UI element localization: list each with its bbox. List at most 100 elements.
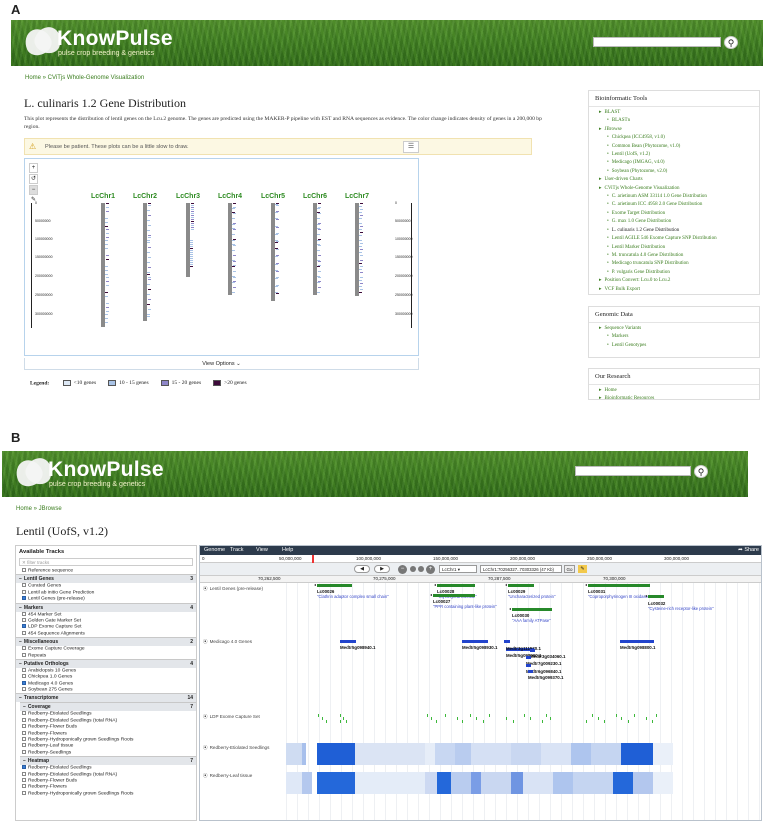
sidebar-link[interactable]: • BLASTn [595,117,753,125]
track-checkbox[interactable] [22,743,26,748]
pan-right-button[interactable]: ▶ [374,565,390,573]
share-button[interactable]: ➦ Share [738,547,759,553]
sidebar-link[interactable]: ▸ Home [595,387,753,395]
snp-marker[interactable] [628,720,629,723]
track-checkbox[interactable] [22,784,26,789]
heatmap-cell[interactable] [425,743,435,765]
heatmap-cell[interactable] [455,743,471,765]
medicago-gene-feature[interactable] [526,664,531,667]
snp-marker[interactable] [652,720,653,723]
medicago-gene-id[interactable]: Medtr5g099370.1 [528,675,563,680]
track-label[interactable]: ⦿ Redberry-Leaf tissue [203,773,252,779]
snp-marker[interactable] [604,720,605,723]
lentil-gene-feature[interactable] [648,595,664,598]
heatmap-cell[interactable] [425,772,437,794]
heatmap-cell[interactable] [471,743,511,765]
sidebar-link[interactable]: • Common Bean (Phytozome, v1.0) [595,143,753,151]
snp-marker[interactable] [513,720,514,723]
sidebar-link[interactable]: • Lentil AGILE 546 Exome Capture SNP Dist… [595,235,753,243]
heatmap-cell[interactable] [435,743,455,765]
snp-marker[interactable] [476,717,477,720]
clear-filter-icon[interactable]: ✕ [22,560,26,565]
medicago-gene-feature[interactable] [620,640,654,643]
overview-position-marker[interactable] [312,555,314,563]
heatmap-cell[interactable] [541,743,571,765]
view-options-button[interactable]: View Options ⌄ [24,358,419,370]
chromosome-bar[interactable] [143,203,151,321]
snp-marker[interactable] [634,714,635,717]
snp-marker[interactable] [616,714,617,717]
sidebar-link[interactable]: • L. culinaris 1.2 Gene Distribution [595,227,753,235]
menu-icon[interactable]: ☰ [403,141,419,153]
track-checkbox[interactable] [22,765,26,770]
track-checkbox[interactable] [22,687,26,692]
breadcrumb-b[interactable]: Home » JBrowse [16,506,62,512]
sidebar-link[interactable]: ▸ Sequence Variants [595,325,753,333]
track-checkbox[interactable] [22,596,26,601]
chromosome-bar[interactable] [355,203,363,296]
menu-item[interactable]: View [256,547,268,553]
heatmap-cell[interactable] [653,772,673,794]
snp-marker[interactable] [340,720,341,723]
snp-marker[interactable] [524,714,525,717]
snp-marker[interactable] [546,714,547,717]
snp-marker[interactable] [506,717,507,720]
snp-marker[interactable] [483,720,484,723]
track-label[interactable]: ⦿ Medicago 4.0 Genes [203,639,252,645]
track-checkbox[interactable] [22,624,26,629]
sidebar-link[interactable]: ▸ BLAST [595,109,753,117]
heatmap-cell[interactable] [653,743,673,765]
heatmap-cell[interactable] [302,772,312,794]
sidebar-link[interactable]: • C. arietinum ICC 4958 2.0 Gene Distribu… [595,201,753,209]
zoom-out-icon[interactable]: − [398,565,407,574]
sidebar-link[interactable]: • Medicago truncatula SNP Distribution [595,260,753,268]
medicago-gene-id[interactable]: Medtr3g111520.1 [506,646,541,651]
sidebar-link[interactable]: • Lentil Marker Distribution [595,244,753,252]
knowpulse-logo-icon[interactable] [20,23,65,60]
lentil-gene-feature[interactable] [433,594,475,597]
chromosome-bar[interactable] [228,203,236,295]
track-label[interactable]: ⦿ Lentil Genes (pre-release) [203,586,263,592]
location-input[interactable]: LcChr1:70256327..70303326 (47 Kb) [480,565,562,573]
track-checkbox[interactable] [22,652,26,657]
sidebar-link[interactable]: • Soybean (Phytozome, v2.0) [595,168,753,176]
sidebar-link[interactable]: • C. arietinum ASM 33114 1.0 Gene Distrib… [595,193,753,201]
sidebar-link[interactable]: ▸ Bioinformatic Resources [595,395,753,399]
lentil-gene-feature[interactable] [588,584,650,587]
medicago-gene-feature[interactable] [530,649,535,652]
heatmap-cell[interactable] [553,772,573,794]
track-checkbox[interactable] [22,667,26,672]
medicago-gene-id[interactable]: Medtr5g098930.1 [462,645,497,650]
heatmap-cell[interactable] [633,772,653,794]
heatmap-cell[interactable] [286,772,302,794]
chromosome-bar[interactable] [101,203,109,327]
chromosome-bar[interactable] [271,203,279,301]
snp-marker[interactable] [489,714,490,717]
snp-marker[interactable] [427,714,428,717]
search-icon[interactable]: ⚲ [724,36,738,49]
track-group-header[interactable]: − Lentil Genes 3 [16,574,196,584]
snp-marker[interactable] [445,714,446,717]
overview-ruler[interactable]: 0 50,000,000 100,000,000 150,000,000 200,000… [200,555,761,563]
track-checkbox[interactable] [22,717,26,722]
sidebar-link[interactable]: ▸ JBrowse [595,126,753,134]
snp-marker[interactable] [457,717,458,720]
track-group-header[interactable]: − Heatmap 7 [20,756,196,766]
track-group-header[interactable]: − Coverage 7 [20,702,196,712]
track-checkbox[interactable] [22,749,26,754]
sidebar-link[interactable]: ▸ Position Convert: Lcu.0 to Lcu.2 [595,277,753,285]
medicago-gene-feature[interactable] [526,656,531,659]
snp-marker[interactable] [436,720,437,723]
sidebar-link[interactable]: • Lentil Genotypes [595,342,753,350]
sidebar-link[interactable]: • Chickpea (ICC4958, v1.0) [595,134,753,142]
track-checkbox[interactable] [22,711,26,716]
heatmap-cell[interactable] [317,743,355,765]
snp-marker[interactable] [462,720,463,723]
lentil-gene-feature[interactable] [437,584,475,587]
zoom-in-icon[interactable]: + [426,565,435,574]
snp-marker[interactable] [592,714,593,717]
snp-marker[interactable] [322,717,323,720]
sidebar-link[interactable]: • Medicago (IMGAG, v4.0) [595,159,753,167]
snp-marker[interactable] [343,717,344,720]
heatmap-cell[interactable] [511,743,541,765]
